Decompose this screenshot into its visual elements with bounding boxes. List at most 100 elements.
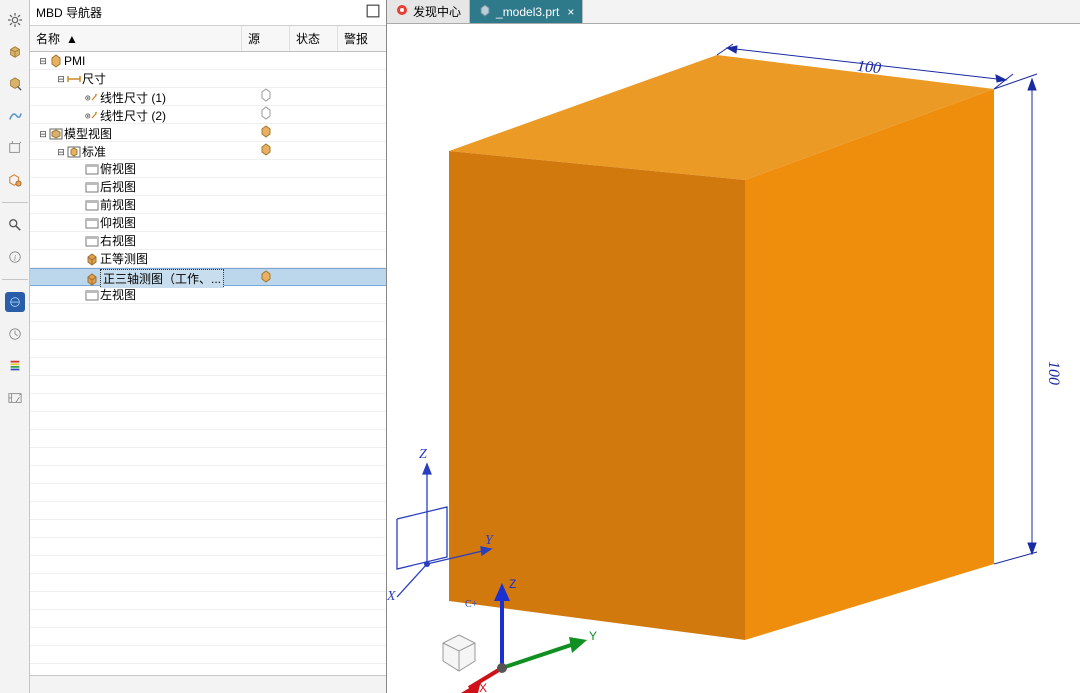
tree-row[interactable]: 正三轴测图（工作、... (30, 268, 386, 286)
tree-cell-state (290, 160, 338, 177)
tree-label: ⊟ PMI (30, 52, 242, 69)
navigator-tree[interactable]: ⊟PMI⊟尺寸线性尺寸 (1)线性尺寸 (2)⊟模型视图⊟标准俯视图后视图前视图… (30, 52, 386, 675)
tree-item-label: 正等测图 (100, 250, 148, 267)
view-icon (84, 180, 100, 194)
expand-collapse-icon[interactable]: ⊟ (56, 143, 66, 161)
tree-row[interactable]: 前视图 (30, 196, 386, 214)
col-header-source[interactable]: 源 (242, 26, 290, 51)
tree-row-empty (30, 592, 386, 610)
viewcube[interactable] (437, 631, 481, 675)
view-icon (84, 198, 100, 212)
linear-dim-icon (84, 109, 100, 123)
model-tab-icon (478, 3, 492, 20)
tree-cell-alert (338, 70, 386, 87)
tree-row[interactable]: 左视图 (30, 286, 386, 304)
linear-dim-icon (84, 91, 100, 105)
tree-row[interactable]: ⊟ PMI (30, 52, 386, 70)
3d-viewport[interactable]: 100 100 Z Y X (387, 24, 1080, 693)
panel-maximize-icon[interactable] (366, 4, 380, 21)
tree-cell-alert (338, 160, 386, 177)
tree-cell-alert (338, 88, 386, 107)
tab[interactable]: 发现中心 (387, 0, 470, 23)
cube-icon[interactable] (5, 42, 25, 62)
tree-row[interactable]: 正等测图 (30, 250, 386, 268)
tree-row-empty (30, 556, 386, 574)
tree-item-label: PMI (64, 52, 85, 69)
tree-label: 线性尺寸 (1) (30, 88, 242, 107)
src-icon (259, 88, 273, 107)
tree-cell-state (290, 88, 338, 107)
spline-icon[interactable] (5, 106, 25, 126)
tree-cell-source (242, 142, 290, 161)
config-icon[interactable] (5, 388, 25, 408)
render-icon[interactable] (5, 356, 25, 376)
expand-collapse-icon[interactable]: ⊟ (38, 125, 48, 143)
col-header-state[interactable]: 状态 (290, 26, 338, 51)
axis-x-label: X (387, 589, 396, 605)
tree-cell-alert (338, 142, 386, 161)
tree-row-empty (30, 448, 386, 466)
sort-asc-icon: ▲ (66, 32, 78, 46)
col-header-name[interactable]: 名称 ▲ (30, 26, 242, 51)
tab[interactable]: _model3.prt× (470, 0, 583, 23)
tree-row[interactable]: 后视图 (30, 178, 386, 196)
box-icon[interactable] (5, 138, 25, 158)
tree-row-empty (30, 322, 386, 340)
view-icon (84, 234, 100, 248)
tree-row[interactable]: 仰视图 (30, 214, 386, 232)
tree-cell-alert (338, 124, 386, 143)
tab-label: 发现中心 (413, 3, 461, 20)
tree-cell-state (290, 232, 338, 249)
dim-icon (66, 72, 82, 86)
view-icon (84, 216, 100, 230)
tree-label: 仰视图 (30, 214, 242, 231)
navigator-column-headers: 名称 ▲ 源 状态 警报 (30, 26, 386, 52)
globe-icon[interactable] (5, 292, 25, 312)
tree-cell-source (242, 178, 290, 195)
annotate-icon[interactable] (5, 74, 25, 94)
tree-row[interactable]: 线性尺寸 (1) (30, 88, 386, 106)
tree-cell-source (242, 124, 290, 143)
discover-icon (395, 3, 409, 20)
view-icon (84, 288, 100, 302)
tree-cell-source (242, 88, 290, 107)
tree-cell-source (242, 160, 290, 177)
tree-row[interactable]: 右视图 (30, 232, 386, 250)
view-src-icon (259, 124, 273, 143)
iso-view-icon (84, 272, 100, 286)
navigator-title: MBD 导航器 (36, 4, 102, 21)
tree-row-empty (30, 466, 386, 484)
tree-row-empty (30, 376, 386, 394)
col-header-alert[interactable]: 警报 (338, 26, 386, 51)
close-icon[interactable]: × (567, 5, 574, 19)
tree-item-label: 后视图 (100, 178, 136, 195)
tree-cell-state (290, 250, 338, 267)
tree-item-label: 仰视图 (100, 214, 136, 231)
tree-row[interactable]: ⊟标准 (30, 142, 386, 160)
navigator-titlebar: MBD 导航器 (30, 0, 386, 26)
col-header-name-label: 名称 (36, 30, 60, 47)
search-icon[interactable] (5, 215, 25, 235)
tree-label: ⊟模型视图 (30, 124, 242, 143)
expand-collapse-icon[interactable]: ⊟ (56, 70, 66, 87)
info-icon[interactable]: i (5, 247, 25, 267)
tree-row[interactable]: 线性尺寸 (2) (30, 106, 386, 124)
tree-row-empty (30, 430, 386, 448)
tree-cell-state (290, 106, 338, 125)
tree-label: ⊟尺寸 (30, 70, 242, 87)
tree-label: 后视图 (30, 178, 242, 195)
tree-row[interactable]: 俯视图 (30, 160, 386, 178)
tree-label: 线性尺寸 (2) (30, 106, 242, 125)
navigator-panel: MBD 导航器 名称 ▲ 源 状态 警报 ⊟PMI⊟尺寸线性尺寸 (1)线性尺寸… (30, 0, 387, 693)
draft-icon[interactable] (5, 170, 25, 190)
tree-row[interactable]: ⊟模型视图 (30, 124, 386, 142)
tree-row-empty (30, 340, 386, 358)
view-icon (84, 162, 100, 176)
pmi-icon (48, 54, 64, 68)
tree-row[interactable]: ⊟尺寸 (30, 70, 386, 88)
expand-collapse-icon[interactable]: ⊟ (38, 52, 48, 69)
tree-cell-alert (338, 232, 386, 249)
tree-item-label: 线性尺寸 (1) (100, 89, 166, 107)
gear-icon[interactable] (5, 10, 25, 30)
history-icon[interactable] (5, 324, 25, 344)
